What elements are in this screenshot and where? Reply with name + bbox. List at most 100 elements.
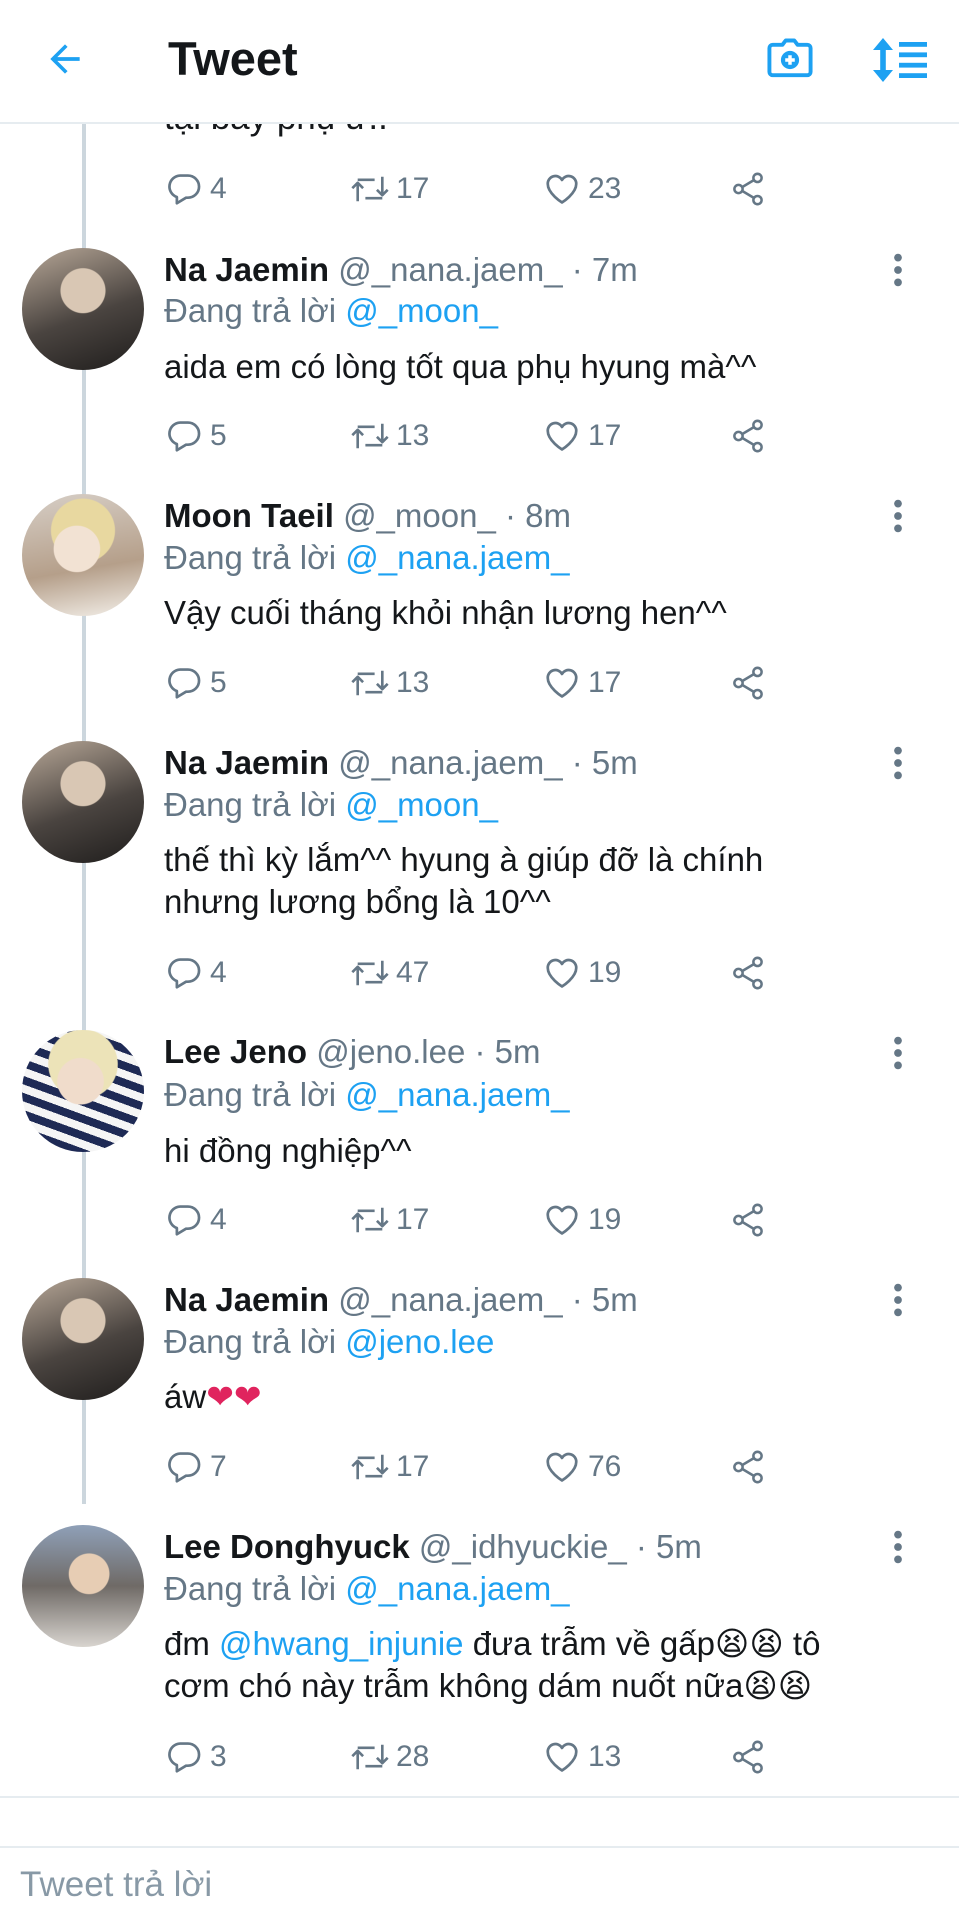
back-arrow-icon (50, 44, 80, 74)
like-button[interactable]: 76 (542, 1443, 621, 1491)
reply-icon (168, 1742, 201, 1773)
reply-button[interactable]: 4 (164, 165, 227, 213)
more-options-button[interactable] (880, 1525, 916, 1569)
sort-button[interactable] (866, 30, 936, 90)
like-icon (546, 1452, 578, 1482)
retweet-button[interactable]: 13 (350, 412, 429, 460)
retweet-button[interactable]: 13 (350, 659, 429, 707)
avatar[interactable] (22, 248, 144, 370)
handle[interactable]: @_nana.jaem_ (338, 1281, 562, 1318)
top-app-bar: Tweet (0, 0, 959, 124)
avatar[interactable] (22, 1278, 144, 1400)
handle[interactable]: @_idhyuckie_ (419, 1528, 627, 1565)
mention-link[interactable]: @_moon_ (345, 786, 498, 823)
tired-face-emoji: 😫😫 (714, 1624, 784, 1663)
handle[interactable]: @jeno.lee (316, 1033, 465, 1070)
more-options-button[interactable] (880, 248, 916, 292)
mention-link[interactable]: @jeno.lee (345, 1323, 494, 1360)
timestamp: · 5m (474, 1033, 541, 1070)
share-icon (733, 956, 763, 990)
like-button[interactable]: 13 (542, 1733, 621, 1781)
more-options-button[interactable] (880, 741, 916, 785)
handle[interactable]: @_nana.jaem_ (338, 251, 562, 288)
more-options-button[interactable] (880, 1278, 916, 1322)
avatar[interactable] (22, 741, 144, 863)
display-name[interactable]: Na Jaemin (164, 1281, 329, 1318)
like-count: 13 (588, 1740, 622, 1773)
more-options-button[interactable] (880, 1031, 916, 1075)
replying-to: Đang trả lời @_moon_ (164, 785, 498, 825)
like-count: 19 (588, 1203, 622, 1236)
tweet-text-segment: tô (792, 1625, 821, 1662)
display-name[interactable]: Lee Donghyuck (164, 1528, 410, 1565)
retweet-button[interactable]: 17 (350, 1443, 429, 1491)
heart-emoji: ❤❤ (206, 1377, 262, 1416)
share-button[interactable] (728, 412, 768, 460)
share-button[interactable] (728, 1443, 768, 1491)
like-icon (546, 421, 578, 451)
like-button[interactable]: 23 (542, 165, 621, 213)
timestamp: · 8m (505, 497, 571, 534)
tweet-actions: 3 28 13 (164, 1733, 784, 1781)
timestamp: · 5m (635, 1528, 702, 1565)
tweet-text-line: đm @hwang_injunie đưa trẫm về gấp😫😫 tô (164, 1623, 924, 1665)
mention-link[interactable]: @hwang_injunie (219, 1625, 464, 1662)
mention-link[interactable]: @_nana.jaem_ (345, 539, 569, 576)
camera-button[interactable] (760, 30, 820, 90)
retweet-count: 13 (396, 419, 430, 452)
mention-link[interactable]: @_moon_ (345, 292, 498, 329)
reply-button[interactable]: 4 (164, 1196, 227, 1244)
replying-to: Đang trả lời @jeno.lee (164, 1322, 494, 1362)
mention-link[interactable]: @_nana.jaem_ (345, 1076, 569, 1113)
retweet-button[interactable]: 28 (350, 1733, 429, 1781)
like-button[interactable]: 17 (542, 659, 621, 707)
retweet-button[interactable]: 17 (350, 165, 429, 213)
like-count: 76 (588, 1450, 622, 1483)
reply-icon (168, 174, 201, 205)
reply-button[interactable]: 5 (164, 659, 227, 707)
retweet-button[interactable]: 47 (350, 949, 429, 997)
display-name[interactable]: Lee Jeno (164, 1033, 307, 1070)
reply-button[interactable]: 5 (164, 412, 227, 460)
more-options-button[interactable] (880, 494, 916, 538)
share-button[interactable] (728, 1196, 768, 1244)
avatar[interactable] (22, 1030, 144, 1152)
reply-button[interactable]: 3 (164, 1733, 227, 1781)
replying-to: Đang trả lời @_moon_ (164, 291, 498, 331)
avatar[interactable] (22, 494, 144, 616)
tweet-text-segment: đm (164, 1625, 210, 1662)
handle[interactable]: @_nana.jaem_ (338, 744, 562, 781)
like-button[interactable]: 19 (542, 949, 621, 997)
back-button[interactable] (36, 28, 94, 90)
retweet-icon (351, 176, 389, 202)
avatar[interactable] (22, 1525, 144, 1647)
share-button[interactable] (728, 949, 768, 997)
tweet-text-segment: đưa trẫm về gấp (472, 1625, 715, 1662)
tweet-text: Vậy cuối tháng khỏi nhận lương hen^^ (164, 594, 727, 631)
more-vertical-icon (894, 499, 902, 533)
reply-button[interactable]: 4 (164, 949, 227, 997)
retweet-icon (351, 1207, 389, 1233)
share-button[interactable] (728, 1733, 768, 1781)
reply-count: 5 (210, 666, 227, 699)
display-name[interactable]: Na Jaemin (164, 744, 329, 781)
tweet-text: áw❤❤ (164, 1376, 924, 1418)
replying-label: Đang trả lời (164, 1076, 337, 1113)
mention-link[interactable]: @_nana.jaem_ (345, 1570, 569, 1607)
like-icon (546, 1742, 578, 1772)
display-name[interactable]: Moon Taeil (164, 497, 334, 534)
retweet-button[interactable]: 17 (350, 1196, 429, 1244)
more-vertical-icon (894, 1530, 902, 1564)
reply-button[interactable]: 7 (164, 1443, 227, 1491)
like-button[interactable]: 19 (542, 1196, 621, 1244)
handle[interactable]: @_moon_ (343, 497, 496, 534)
like-button[interactable]: 17 (542, 412, 621, 460)
share-button[interactable] (728, 659, 768, 707)
reply-input[interactable] (20, 1848, 940, 1920)
like-icon (546, 174, 578, 204)
more-vertical-icon (894, 253, 902, 287)
reply-count: 7 (210, 1450, 227, 1483)
timestamp: · 7m (571, 251, 638, 288)
share-button[interactable] (728, 165, 768, 213)
display-name[interactable]: Na Jaemin (164, 251, 329, 288)
